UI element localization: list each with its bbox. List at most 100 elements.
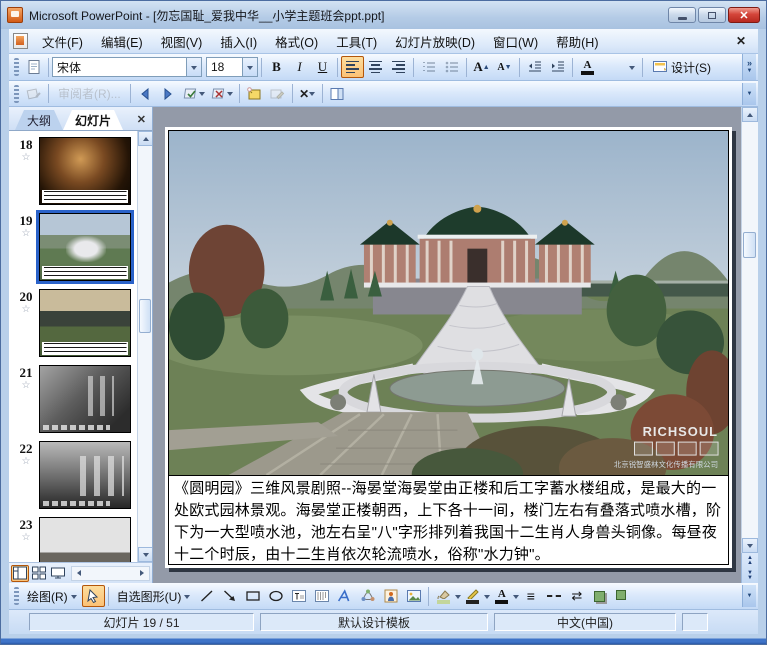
edit-comment-button[interactable] <box>266 83 289 105</box>
insert-picture-button[interactable] <box>402 585 425 607</box>
arrow-style-button[interactable]: ⇄ <box>565 585 588 607</box>
status-design-template[interactable]: 默认设计模板 <box>260 613 488 631</box>
slide-caption-text[interactable]: 《圆明园》三维风景剧照--海晏堂海晏堂由正楼和后工字蓄水楼组成，是最大的一处欧式… <box>169 476 728 564</box>
design-button[interactable]: 设计(S) <box>646 56 717 78</box>
unapply-button[interactable] <box>208 83 236 105</box>
normal-view-button[interactable] <box>11 565 29 582</box>
apply-button[interactable] <box>180 83 208 105</box>
align-left-button[interactable] <box>341 56 364 78</box>
tab-outline[interactable]: 大纲 <box>15 110 63 130</box>
tab-slides[interactable]: 幻灯片 <box>63 110 123 130</box>
line-style-button[interactable]: ≡ <box>519 585 542 607</box>
rectangle-button[interactable] <box>241 585 264 607</box>
slideshow-view-button[interactable] <box>49 565 67 582</box>
diagram-button[interactable] <box>356 585 379 607</box>
bulleted-list-button[interactable] <box>440 56 463 78</box>
menu-tools[interactable]: 工具(T) <box>328 29 385 54</box>
decrease-indent-button[interactable] <box>523 56 546 78</box>
text-box-button[interactable] <box>287 585 310 607</box>
animation-icon[interactable]: ☆ <box>13 305 39 315</box>
toolbar-options-button[interactable]: ▼ <box>742 83 756 105</box>
scroll-right-button[interactable] <box>135 567 149 580</box>
animation-icon[interactable]: ☆ <box>13 229 39 239</box>
scrollbar-thumb[interactable] <box>743 232 756 258</box>
font-name-dropdown[interactable] <box>186 58 201 76</box>
panel-horizontal-scrollbar[interactable] <box>71 566 150 581</box>
increase-indent-button[interactable] <box>546 56 569 78</box>
restore-button[interactable] <box>698 7 726 23</box>
slide-thumbnail-image[interactable] <box>39 137 131 205</box>
toolbar-grip[interactable] <box>14 85 19 103</box>
menu-format[interactable]: 格式(O) <box>267 29 326 54</box>
next-item-button[interactable] <box>157 83 180 105</box>
autoshapes-menu-button[interactable]: 自选图形(U) <box>112 585 196 607</box>
menu-insert[interactable]: 插入(I) <box>212 29 265 54</box>
reviewers-button[interactable]: 审阅者(R)... <box>52 83 127 105</box>
close-button[interactable]: ✕ <box>728 7 760 23</box>
reviewing-pane-button[interactable] <box>326 83 349 105</box>
slide-thumbnail-image[interactable] <box>39 517 131 562</box>
toolbar-options-button[interactable]: ▼ <box>742 585 756 607</box>
line-color-button[interactable] <box>461 585 484 607</box>
font-color-dropdown[interactable] <box>624 57 639 77</box>
menu-slideshow[interactable]: 幻灯片放映(D) <box>387 29 483 54</box>
scrollbar-thumb[interactable] <box>139 299 151 333</box>
arrow-button[interactable] <box>218 585 241 607</box>
menu-file[interactable]: 文件(F) <box>34 29 91 54</box>
font-size-combobox[interactable]: 18 <box>206 57 258 77</box>
scroll-up-button[interactable] <box>138 131 152 146</box>
slide-scrollbar[interactable] <box>741 107 758 553</box>
slide-thumbnail-image[interactable] <box>39 365 131 433</box>
scroll-down-button[interactable] <box>742 538 758 553</box>
panel-close-icon[interactable]: ✕ <box>131 113 152 126</box>
increase-font-button[interactable]: A▲ <box>470 56 493 78</box>
previous-slide-button[interactable]: ▲ ▲ <box>742 553 758 568</box>
new-slide-button[interactable] <box>22 56 45 78</box>
slide-thumbnail-20[interactable]: 20 ☆ <box>13 289 152 357</box>
animation-icon[interactable]: ☆ <box>13 153 39 163</box>
font-color-button-draw[interactable]: A <box>490 585 513 607</box>
previous-item-button[interactable] <box>134 83 157 105</box>
italic-button[interactable]: I <box>288 56 311 78</box>
slide-thumbnail-22[interactable]: 22 ☆ <box>13 441 152 509</box>
insert-comment-button[interactable] <box>243 83 266 105</box>
menu-window[interactable]: 窗口(W) <box>485 29 546 54</box>
oval-button[interactable] <box>264 585 287 607</box>
wordart-button[interactable] <box>333 585 356 607</box>
decrease-font-button[interactable]: A▼ <box>493 56 516 78</box>
scroll-down-button[interactable] <box>138 547 152 562</box>
menu-view[interactable]: 视图(V) <box>153 29 211 54</box>
menu-help[interactable]: 帮助(H) <box>548 29 606 54</box>
panel-scrollbar[interactable] <box>137 131 152 562</box>
select-objects-button[interactable] <box>82 585 105 607</box>
minimize-button[interactable] <box>668 7 696 23</box>
status-language[interactable]: 中文(中国) <box>494 613 676 631</box>
slide-thumbnail-19-selected[interactable]: 19 ☆ <box>13 213 152 281</box>
slide-thumbnail-image[interactable] <box>39 441 131 509</box>
next-slide-button[interactable]: ▼ ▼ <box>742 568 758 583</box>
slide-thumbnail-21[interactable]: 21 ☆ <box>13 365 152 433</box>
animation-icon[interactable]: ☆ <box>13 533 39 543</box>
draw-menu-button[interactable]: 绘图(R) <box>22 585 82 607</box>
slide-thumbnail-image[interactable] <box>39 289 131 357</box>
menu-edit[interactable]: 编辑(E) <box>93 29 151 54</box>
fill-color-button[interactable] <box>432 585 455 607</box>
font-size-dropdown[interactable] <box>242 58 257 76</box>
numbered-list-button[interactable] <box>417 56 440 78</box>
slide-page[interactable]: RICHSOUL 北京锐智盛林文化传播有限公司 《圆明园》三维风景剧照--海晏堂… <box>165 127 732 568</box>
scroll-left-button[interactable] <box>72 567 86 580</box>
underline-button[interactable]: U <box>311 56 334 78</box>
slide-thumbnail-23[interactable]: 23 ☆ <box>13 517 152 562</box>
line-button[interactable] <box>195 585 218 607</box>
slide-thumbnail-18[interactable]: 18 ☆ <box>13 137 152 205</box>
delete-comment-button[interactable]: ✕ <box>296 83 319 105</box>
animation-icon[interactable]: ☆ <box>13 381 39 391</box>
font-name-combobox[interactable]: 宋体 <box>52 57 202 77</box>
font-color-button[interactable]: A <box>576 56 599 78</box>
show-markup-button[interactable] <box>22 83 45 105</box>
vertical-text-box-button[interactable] <box>310 585 333 607</box>
animation-icon[interactable]: ☆ <box>13 457 39 467</box>
toolbar-grip[interactable] <box>14 587 19 605</box>
3d-style-button[interactable] <box>611 585 634 607</box>
toolbar-grip[interactable] <box>14 58 19 76</box>
